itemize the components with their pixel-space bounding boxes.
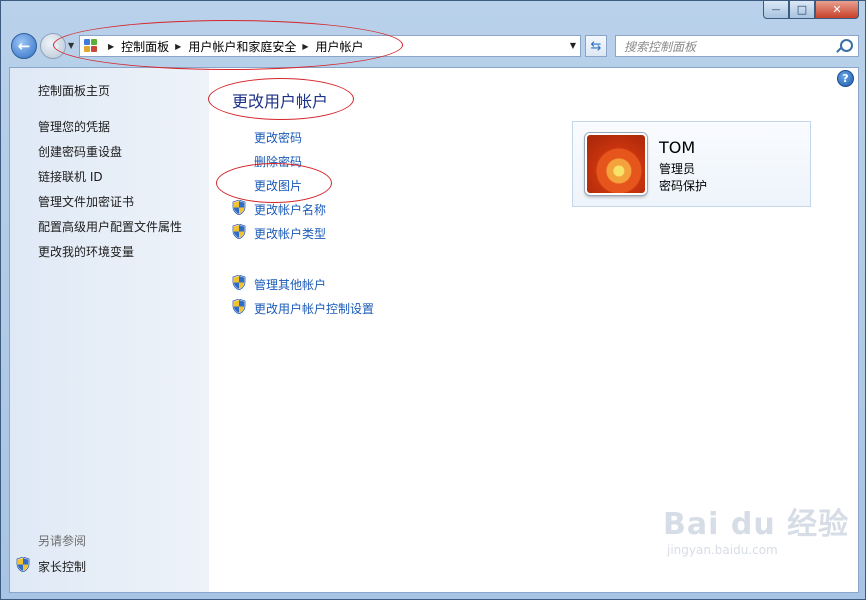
sidebar-item-manage-encryption-certificates[interactable]: 管理文件加密证书 <box>38 193 134 210</box>
account-name: TOM <box>659 138 696 157</box>
account-password-status: 密码保护 <box>659 179 708 193</box>
uac-shield-icon <box>16 557 30 572</box>
sidebar-item-parental-controls[interactable]: 家长控制 <box>38 558 86 575</box>
address-bar[interactable]: ▶ 控制面板 ▶ 用户帐户和家庭安全 ▶ 用户帐户 ▼ <box>79 35 581 57</box>
sidebar-item-advanced-profile-properties[interactable]: 配置高级用户配置文件属性 <box>38 218 182 235</box>
back-button[interactable]: ← <box>11 33 37 59</box>
breadcrumb-user-accounts[interactable]: 用户帐户 <box>316 38 364 55</box>
see-also-heading: 另请参阅 <box>38 534 87 548</box>
search-input[interactable] <box>622 37 836 57</box>
avatar[interactable] <box>585 133 647 195</box>
breadcrumb-separator[interactable]: ▶ <box>175 42 181 51</box>
account-type: 管理员 <box>659 162 696 176</box>
refresh-icon: ⇆ <box>590 38 602 54</box>
uac-shield-icon <box>232 275 246 290</box>
breadcrumb-control-panel[interactable]: 控制面板 <box>121 38 169 55</box>
watermark-url: jingyan.baidu.com <box>667 543 778 557</box>
sidebar: 控制面板主页 管理您的凭据 创建密码重设盘 链接联机 ID 管理文件加密证书 配… <box>10 68 209 592</box>
task-uac-settings[interactable]: 更改用户帐户控制设置 <box>254 300 374 317</box>
watermark: Bai du 经验 jingyan.baidu.com <box>663 499 849 557</box>
navigation-bar: ← → ▼ ▶ 控制面板 ▶ 用户帐户和家庭安全 ▶ 用户帐户 ▼ ⇆ <box>9 31 859 61</box>
account-card: TOM 管理员 密码保护 <box>572 121 811 207</box>
maximize-button[interactable]: □ <box>789 1 815 19</box>
uac-shield-icon <box>232 299 246 314</box>
minimize-button[interactable]: — <box>763 1 789 19</box>
breadcrumb-user-accounts-family-safety[interactable]: 用户帐户和家庭安全 <box>188 38 296 55</box>
task-manage-other-accounts[interactable]: 管理其他帐户 <box>254 276 326 293</box>
task-change-account-name[interactable]: 更改帐户名称 <box>254 201 326 218</box>
task-change-picture[interactable]: 更改图片 <box>254 177 302 194</box>
sidebar-item-manage-credentials[interactable]: 管理您的凭据 <box>38 118 110 135</box>
watermark-brand: Bai du 经验 <box>663 507 850 542</box>
address-history-chevron-down-icon[interactable]: ▼ <box>570 41 576 50</box>
page-title: 更改用户帐户 <box>232 92 329 111</box>
close-button[interactable]: ✕ <box>815 1 859 19</box>
sidebar-item-environment-variables[interactable]: 更改我的环境变量 <box>38 243 134 260</box>
breadcrumb-separator[interactable]: ▶ <box>108 42 114 51</box>
task-change-account-type[interactable]: 更改帐户类型 <box>254 225 326 242</box>
control-panel-icon <box>84 39 102 53</box>
search-icon[interactable] <box>840 39 853 52</box>
breadcrumb-separator[interactable]: ▶ <box>302 42 308 51</box>
search-box[interactable] <box>615 35 859 57</box>
forward-button[interactable]: → <box>40 33 66 59</box>
sidebar-item-control-panel-home[interactable]: 控制面板主页 <box>38 82 110 99</box>
sidebar-item-link-online-id[interactable]: 链接联机 ID <box>38 168 103 185</box>
control-panel-window: — □ ✕ ← → ▼ ▶ 控制面板 ▶ 用户帐户和家庭安全 ▶ 用户帐户 ▼ … <box>0 0 866 600</box>
refresh-button[interactable]: ⇆ <box>585 35 607 57</box>
task-remove-password[interactable]: 删除密码 <box>254 153 302 170</box>
task-change-password[interactable]: 更改密码 <box>254 129 302 146</box>
recent-pages-chevron-down-icon[interactable]: ▼ <box>68 41 76 50</box>
uac-shield-icon <box>232 224 246 239</box>
uac-shield-icon <box>232 200 246 215</box>
window-controls: — □ ✕ <box>763 1 859 19</box>
help-icon[interactable]: ? <box>837 70 854 87</box>
sidebar-item-create-password-reset-disk[interactable]: 创建密码重设盘 <box>38 143 122 160</box>
